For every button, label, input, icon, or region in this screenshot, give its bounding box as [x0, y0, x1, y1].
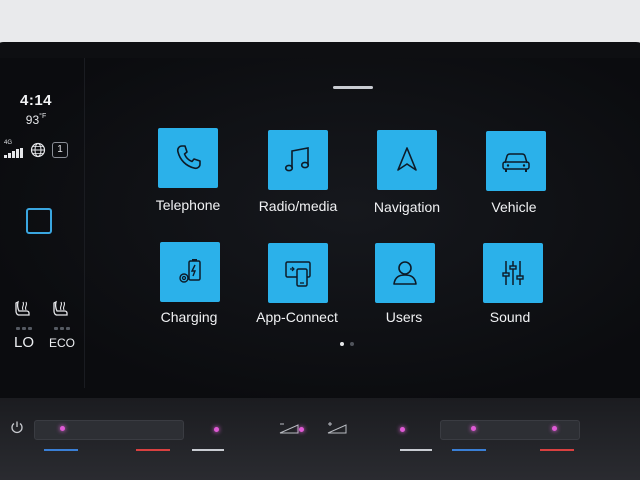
app-tile-app-connect[interactable]	[268, 243, 328, 303]
indicator-led	[299, 427, 304, 432]
app-label-radio-media: Radio/media	[258, 198, 338, 214]
clock: 4:14	[19, 92, 53, 109]
globe-icon[interactable]	[30, 142, 46, 158]
app-label-telephone: Telephone	[155, 197, 221, 213]
signal-strength-icon: 4G	[4, 140, 24, 158]
outside-temperature: 93°F	[16, 113, 56, 127]
seat-heat-left-control[interactable]: LO	[8, 300, 40, 351]
fan-decrease-icon[interactable]	[278, 422, 300, 434]
app-tile-radio-media[interactable]	[268, 130, 328, 190]
navigation-arrow-icon	[397, 147, 417, 171]
seat-heat-icon	[15, 300, 30, 316]
zone-indicator-blue	[44, 449, 78, 451]
app-tile-users[interactable]	[375, 243, 435, 303]
seat-heat-right-control[interactable]: ECO	[46, 300, 78, 350]
indicator-led	[552, 426, 557, 431]
seat-left-level: LO	[13, 334, 34, 351]
app-tile-navigation[interactable]	[377, 130, 437, 190]
power-icon[interactable]	[10, 420, 24, 434]
app-label-app-connect: App-Connect	[256, 309, 338, 325]
temperature-slider-right[interactable]	[440, 420, 580, 440]
page-dot-active	[340, 342, 344, 346]
fan-increase-icon[interactable]	[326, 422, 348, 434]
indicator-led	[400, 427, 405, 432]
equalizer-icon	[502, 261, 524, 285]
home-button[interactable]	[26, 208, 52, 234]
zone-indicator-red	[136, 449, 170, 451]
app-label-users: Users	[385, 309, 423, 325]
infotainment-screen	[0, 58, 640, 398]
indicator-led	[214, 427, 219, 432]
indicator-led	[471, 426, 476, 431]
user-icon	[393, 261, 417, 285]
app-tile-charging[interactable]	[160, 242, 220, 302]
battery-charging-icon	[179, 259, 201, 283]
sidebar-divider	[84, 58, 85, 388]
seat-right-mode: ECO	[48, 336, 75, 350]
network-type: 4G	[4, 140, 13, 146]
app-tile-telephone[interactable]	[158, 128, 218, 188]
status-row: 4G 1	[4, 140, 68, 160]
phone-icon	[176, 145, 201, 170]
page-indicator[interactable]	[340, 342, 354, 346]
page-dot	[350, 342, 354, 346]
app-label-navigation: Navigation	[373, 199, 441, 215]
music-note-icon	[284, 147, 310, 172]
zone-indicator-white	[192, 449, 224, 451]
seat-heat-icon	[53, 300, 68, 316]
app-label-charging: Charging	[160, 309, 218, 325]
zone-indicator-white	[400, 449, 432, 451]
indicator-led	[60, 426, 65, 431]
zone-indicator-blue	[452, 449, 486, 451]
notification-count-badge[interactable]: 1	[52, 142, 68, 158]
car-icon	[502, 153, 530, 172]
drag-handle[interactable]	[333, 86, 373, 89]
temperature-slider-left[interactable]	[34, 420, 184, 440]
app-label-sound: Sound	[489, 309, 531, 325]
phone-connect-icon	[285, 261, 311, 287]
app-tile-sound[interactable]	[483, 243, 543, 303]
temperature-unit: °F	[39, 113, 47, 120]
app-label-vehicle: Vehicle	[491, 199, 537, 215]
temperature-value: 93	[25, 113, 40, 127]
zone-indicator-red	[540, 449, 574, 451]
app-tile-vehicle[interactable]	[486, 131, 546, 191]
